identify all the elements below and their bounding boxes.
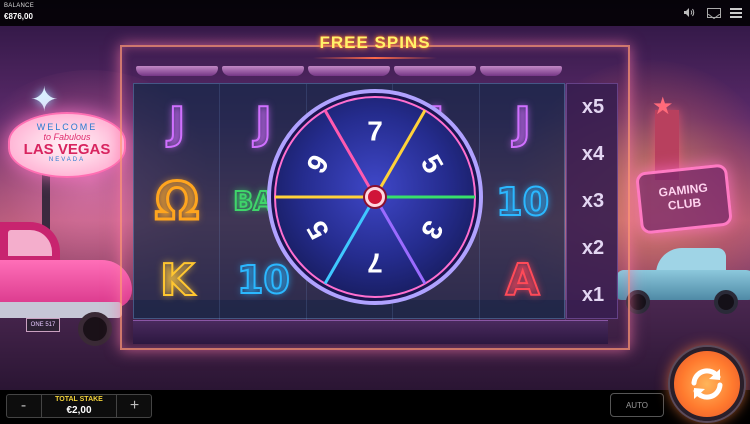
reel-column: JΩK — [134, 84, 221, 320]
vegas-sign-line: WELCOME — [36, 122, 98, 132]
total-stake-value: €2,00 — [66, 405, 92, 416]
wheel-number: 7 — [367, 248, 383, 279]
balance-label: BALANCE — [4, 3, 35, 9]
reel-symbol: 10 — [495, 179, 550, 225]
total-stake-label: TOTAL STAKE — [55, 396, 103, 403]
reel-base — [133, 320, 608, 344]
multiplier-value: x1 — [581, 284, 605, 306]
balance-value: €876,00 — [4, 12, 33, 21]
multiplier-value: x4 — [581, 143, 605, 165]
multiplier-value: x2 — [581, 237, 605, 259]
decrease-stake-button[interactable]: - — [6, 394, 42, 418]
reel-header-tabs — [136, 66, 564, 78]
reel-symbol: K — [159, 254, 195, 307]
gaming-club-sign: GAMING CLUB — [635, 163, 733, 235]
multiplier-value: x5 — [581, 96, 605, 118]
multiplier-column: x5 x4 x3 x2 x1 — [566, 83, 618, 319]
reel-symbol: A — [505, 254, 541, 307]
multiplier-value: x3 — [581, 190, 605, 212]
speaker-icon[interactable] — [683, 7, 695, 18]
license-plate: ONE 517 — [26, 318, 60, 332]
refresh-icon — [691, 368, 723, 400]
autoplay-button[interactable]: AUTO — [610, 393, 664, 417]
reel-symbol: J — [168, 97, 186, 150]
bonus-wheel: 753759 — [267, 89, 483, 305]
reel-column: J 10 A — [480, 84, 566, 320]
reel-symbol: Ω — [153, 170, 200, 233]
las-vegas-sign: WELCOME to Fabulous LAS VEGAS NEVADA — [8, 112, 126, 178]
mail-icon[interactable] — [707, 8, 721, 20]
club-star-icon: ★ — [652, 93, 674, 120]
blue-car — [616, 248, 750, 318]
menu-icon[interactable] — [730, 8, 742, 18]
top-bar: BALANCE €876,00 — [0, 0, 750, 26]
vegas-sign-line: LAS VEGAS — [23, 141, 111, 158]
reel-symbol: J — [513, 97, 531, 150]
increase-stake-button[interactable]: + — [116, 394, 152, 418]
wheel-number: 7 — [367, 116, 383, 147]
spin-button[interactable] — [670, 347, 744, 421]
pink-car: ONE 517 — [0, 222, 140, 346]
free-spins-title: FREE SPINS — [305, 33, 445, 59]
